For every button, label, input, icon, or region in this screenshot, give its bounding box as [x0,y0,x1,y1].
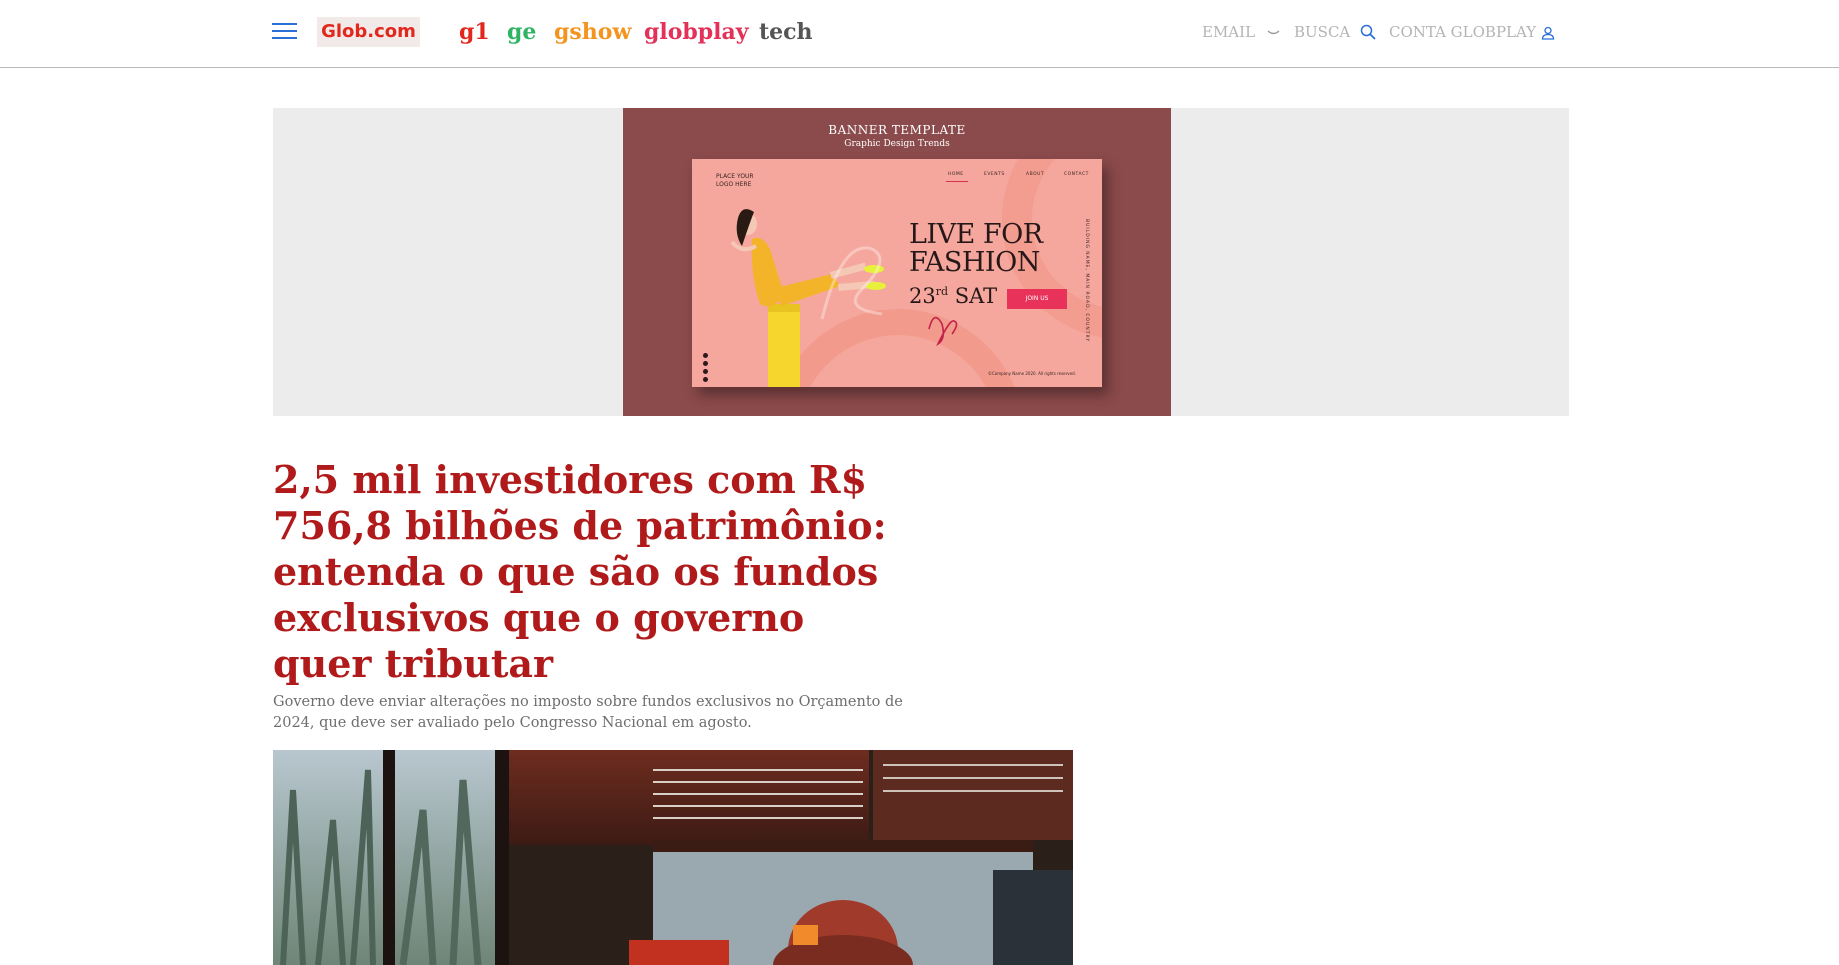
banner-nav-events: EVENTS [984,172,1005,177]
banner-slider-dots [703,353,708,385]
brand-link-ge[interactable]: ge [507,16,536,48]
cafe-scene-image [273,750,1073,965]
banner-subtitle: Graphic Design Trends [844,139,950,149]
article-summary: Governo deve enviar alterações no impost… [273,694,903,731]
brand-link-globplay[interactable]: globplay [644,16,749,48]
banner-headline: LIVE FOR FASHION [909,221,1043,277]
banner-title: BANNER TEMPLATE [828,123,966,137]
advertisement-banner[interactable]: BANNER TEMPLATE Graphic Design Trends PL… [623,108,1171,416]
banner-date-suffix: rd [935,285,949,298]
hamburger-menu-icon[interactable] [272,23,297,40]
search-link[interactable]: BUSCA [1294,22,1350,42]
banner-nav-about: ABOUT [1026,172,1045,177]
banner-card: PLACE YOUR LOGO HERE HOME EVENTS ABOUT C… [692,159,1102,387]
banner-copyright: ©Company Name 2020. All rights reserved. [988,371,1076,376]
email-link[interactable]: EMAIL [1202,22,1255,42]
banner-side-address: BUILDING NAME, MAIN ROAD, COUNTRY [1084,219,1089,343]
article-headline[interactable]: 2,5 mil investidores com R$ 756,8 bilhõe… [273,457,913,687]
search-icon[interactable] [1360,24,1376,40]
script-signature [928,316,958,347]
brand-link-g1[interactable]: g1 [459,16,490,48]
article-photo[interactable] [273,750,1073,965]
banner-logo-line-2: LOGO HERE [716,181,752,188]
banner-logo-placeholder: PLACE YOUR LOGO HERE [716,173,754,189]
banner-nav-contact: CONTACT [1064,172,1089,177]
brand-link-tech[interactable]: tech [759,16,813,48]
banner-nav-underline [946,181,968,182]
chevron-down-icon[interactable] [1267,30,1280,37]
user-icon[interactable] [1541,26,1555,40]
top-navigation-bar: Glob.com g1 ge gshow globplay tech EMAIL… [0,0,1839,68]
account-link[interactable]: CONTA GLOBPLAY [1389,22,1536,42]
banner-join-button[interactable]: JOIN US [1007,289,1067,309]
fashion-script-watermark [820,246,883,320]
banner-logo-line-1: PLACE YOUR [716,173,754,180]
site-logo[interactable]: Glob.com [317,17,420,47]
banner-headline-line-1: LIVE FOR [909,219,1043,250]
banner-headline-line-2: FASHION [909,247,1040,278]
brand-link-gshow[interactable]: gshow [554,16,631,48]
banner-nav-home: HOME [948,172,964,177]
